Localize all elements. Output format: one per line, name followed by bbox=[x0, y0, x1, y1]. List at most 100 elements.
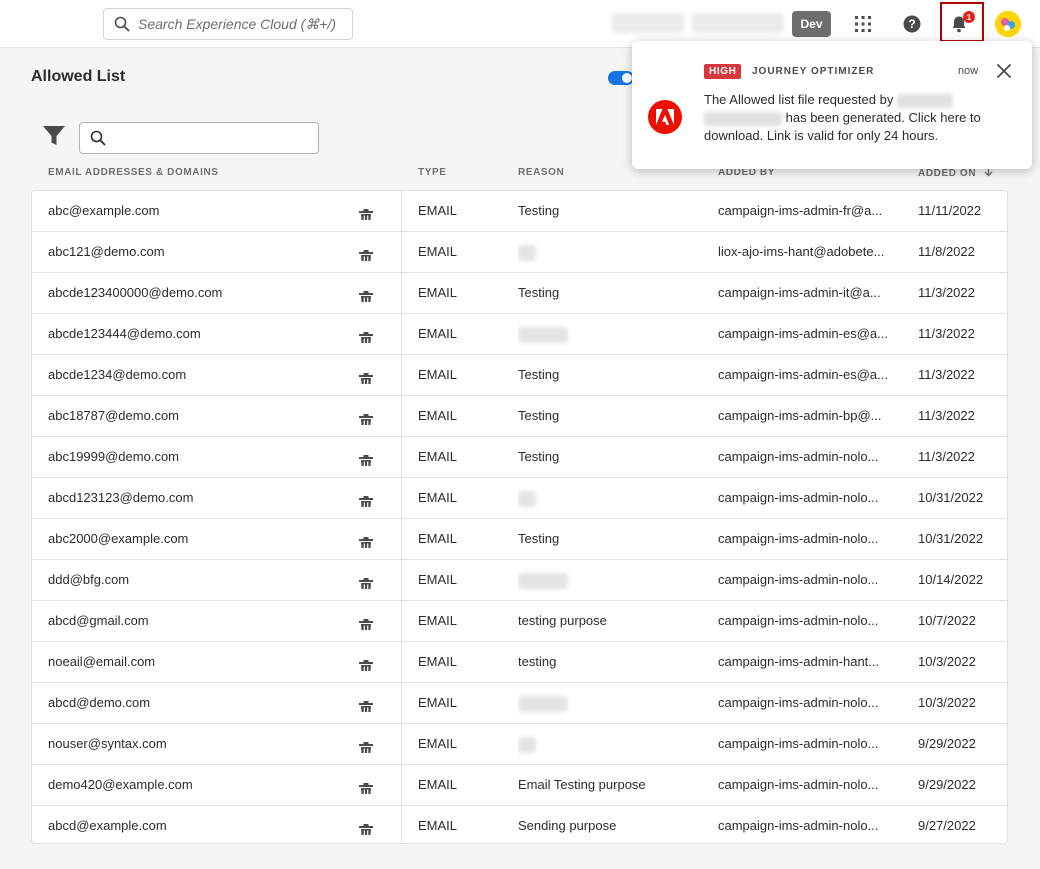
type-cell: EMAIL bbox=[418, 367, 458, 382]
added-on-cell: 11/11/2022 bbox=[918, 203, 982, 218]
table-row[interactable]: abc19999@demo.com EMAIL Testing campaign-im… bbox=[32, 437, 1007, 478]
reason-redacted bbox=[518, 736, 536, 753]
trash-icon[interactable] bbox=[357, 530, 375, 548]
type-cell: EMAIL bbox=[418, 449, 458, 464]
table-row[interactable]: abcde123444@demo.com EMAIL campaign-ims-ad… bbox=[32, 314, 1007, 355]
notification-toast[interactable]: HIGH JOURNEY OPTIMIZER now The Allowed l… bbox=[632, 41, 1032, 169]
added-on-cell: 10/14/2022 bbox=[918, 572, 984, 587]
table-row[interactable]: nouser@syntax.com EMAIL campaign-ims-admin… bbox=[32, 724, 1007, 765]
reason-cell: Testing bbox=[518, 367, 560, 382]
type-cell: EMAIL bbox=[418, 818, 458, 833]
email-cell: abcde123444@demo.com bbox=[48, 326, 201, 341]
email-cell: nouser@syntax.com bbox=[48, 736, 167, 751]
added-by-cell: campaign-ims-admin-fr@a... bbox=[718, 203, 883, 218]
trash-icon[interactable] bbox=[357, 202, 375, 220]
type-cell: EMAIL bbox=[418, 777, 458, 792]
reason-cell: testing purpose bbox=[518, 613, 607, 628]
trash-icon[interactable] bbox=[357, 407, 375, 425]
added-on-cell: 11/3/2022 bbox=[918, 285, 975, 300]
email-cell: abcde1234@demo.com bbox=[48, 367, 187, 382]
trash-icon[interactable] bbox=[357, 612, 375, 630]
type-cell: EMAIL bbox=[418, 531, 458, 546]
trash-icon[interactable] bbox=[357, 694, 375, 712]
table-row[interactable]: abcd@demo.com EMAIL campaign-ims-admin-nol… bbox=[32, 683, 1007, 724]
global-search-input[interactable]: Search Experience Cloud (⌘+/) bbox=[103, 8, 353, 40]
env-badge[interactable]: Dev bbox=[792, 11, 831, 37]
added-on-cell: 9/29/2022 bbox=[918, 736, 976, 751]
close-icon[interactable] bbox=[996, 63, 1012, 79]
table-row[interactable]: abc121@demo.com EMAIL liox-ajo-ims-hant@ad… bbox=[32, 232, 1007, 273]
org-name-redacted bbox=[612, 13, 684, 33]
table-row[interactable]: abcd@gmail.com EMAIL testing purpose campai… bbox=[32, 601, 1007, 642]
adobe-logo-icon bbox=[648, 100, 682, 134]
added-by-cell: campaign-ims-admin-nolo... bbox=[718, 818, 879, 833]
column-header-type[interactable]: TYPE bbox=[418, 167, 447, 178]
added-on-cell: 10/3/2022 bbox=[918, 695, 976, 710]
reason-cell: Testing bbox=[518, 285, 560, 300]
trash-icon[interactable] bbox=[357, 653, 375, 671]
added-by-cell: campaign-ims-admin-es@a... bbox=[718, 367, 888, 382]
trash-icon[interactable] bbox=[357, 735, 375, 753]
apps-grid-icon[interactable] bbox=[851, 12, 875, 36]
type-cell: EMAIL bbox=[418, 285, 458, 300]
added-on-cell: 10/31/2022 bbox=[918, 531, 984, 546]
email-cell: abc19999@demo.com bbox=[48, 449, 179, 464]
notification-time: now bbox=[958, 65, 979, 77]
email-cell: demo420@example.com bbox=[48, 777, 193, 792]
reason-cell bbox=[518, 478, 698, 518]
type-cell: EMAIL bbox=[418, 736, 458, 751]
email-cell: abcd@demo.com bbox=[48, 695, 151, 710]
type-cell: EMAIL bbox=[418, 408, 458, 423]
reason-cell: Testing bbox=[518, 449, 560, 464]
reason-cell: testing bbox=[518, 654, 557, 669]
table-row[interactable]: abc2000@example.com EMAIL Testing campaign-… bbox=[32, 519, 1007, 560]
table-row[interactable]: demo420@example.com EMAIL Email Testing pu… bbox=[32, 765, 1007, 806]
table-row[interactable]: noeail@email.com EMAIL testing campaign-ims… bbox=[32, 642, 1007, 683]
avatar[interactable] bbox=[995, 11, 1021, 37]
type-cell: EMAIL bbox=[418, 613, 458, 628]
trash-icon[interactable] bbox=[357, 366, 375, 384]
reason-cell bbox=[518, 683, 698, 723]
trash-icon[interactable] bbox=[357, 489, 375, 507]
table-row[interactable]: ddd@bfg.com EMAIL campaign-ims-admin-nolo.… bbox=[32, 560, 1007, 601]
trash-icon[interactable] bbox=[357, 325, 375, 343]
email-cell: abcd@gmail.com bbox=[48, 613, 149, 628]
reason-cell bbox=[518, 560, 698, 600]
table-search-input[interactable] bbox=[79, 122, 319, 154]
added-by-cell: campaign-ims-admin-nolo... bbox=[718, 572, 879, 587]
added-on-cell: 11/3/2022 bbox=[918, 449, 975, 464]
reason-cell: Email Testing purpose bbox=[518, 777, 646, 792]
added-by-cell: campaign-ims-admin-nolo... bbox=[718, 777, 879, 792]
search-icon bbox=[114, 16, 130, 32]
filter-icon[interactable] bbox=[42, 125, 66, 147]
requester-name-redacted bbox=[896, 93, 953, 108]
column-header-email[interactable]: EMAIL ADDRESSES & DOMAINS bbox=[48, 167, 219, 178]
table-row[interactable]: abc@example.com EMAIL Testing campaign-ims-… bbox=[32, 191, 1007, 232]
trash-icon[interactable] bbox=[357, 776, 375, 794]
table-row[interactable]: abcde123400000@demo.com EMAIL Testing campa… bbox=[32, 273, 1007, 314]
email-cell: abc@example.com bbox=[48, 203, 160, 218]
column-header-added-on-label: ADDED ON bbox=[918, 168, 977, 179]
email-cell: noeail@email.com bbox=[48, 654, 156, 669]
table-row[interactable]: abcd123123@demo.com EMAIL campaign-ims-adm… bbox=[32, 478, 1007, 519]
requester-name-redacted bbox=[704, 111, 782, 126]
reason-redacted bbox=[518, 695, 568, 712]
view-toggle-switch[interactable] bbox=[608, 71, 634, 85]
table-row[interactable]: abc18787@demo.com EMAIL Testing campaign-im… bbox=[32, 396, 1007, 437]
table-row[interactable]: abcd@example.com EMAIL Sending purpose camp… bbox=[32, 806, 1007, 847]
added-by-cell: campaign-ims-admin-nolo... bbox=[718, 695, 879, 710]
added-on-cell: 10/7/2022 bbox=[918, 613, 976, 628]
help-icon[interactable]: ? bbox=[900, 12, 924, 36]
trash-icon[interactable] bbox=[357, 571, 375, 589]
trash-icon[interactable] bbox=[357, 448, 375, 466]
reason-cell: Testing bbox=[518, 531, 560, 546]
trash-icon[interactable] bbox=[357, 243, 375, 261]
trash-icon[interactable] bbox=[357, 817, 375, 835]
table-row[interactable]: abcde1234@demo.com EMAIL Testing campaign-i… bbox=[32, 355, 1007, 396]
email-cell: ddd@bfg.com bbox=[48, 572, 130, 587]
column-header-reason[interactable]: REASON bbox=[518, 167, 564, 178]
notification-message[interactable]: The Allowed list file requested by has b… bbox=[704, 91, 1004, 145]
page-title: Allowed List bbox=[31, 68, 126, 85]
reason-cell bbox=[518, 724, 698, 764]
trash-icon[interactable] bbox=[357, 284, 375, 302]
